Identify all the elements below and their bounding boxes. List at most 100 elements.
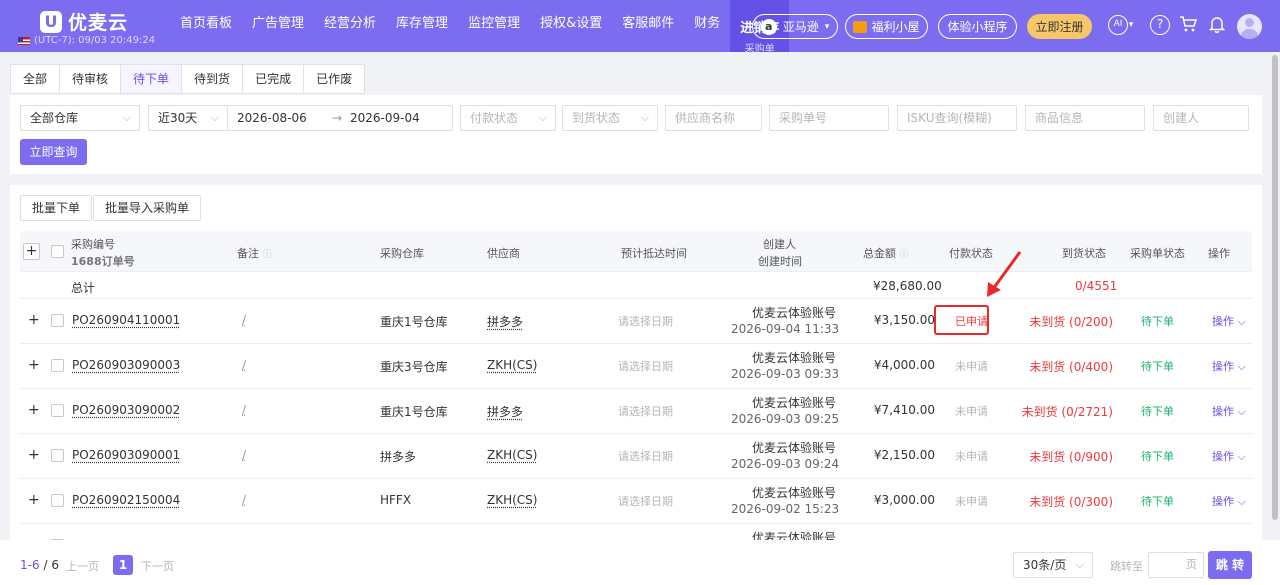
marketplace-selector[interactable]: a 亚马逊 ▾ — [752, 14, 838, 39]
row-checkbox[interactable] — [51, 449, 64, 462]
row-checkbox[interactable] — [51, 494, 64, 507]
tab-pending-review[interactable]: 待审核 — [59, 64, 122, 94]
page-size-select[interactable]: 30条/页 ⌵ — [1013, 552, 1093, 578]
col-1688-order: 1688订单号 — [71, 255, 135, 268]
po-number-link[interactable]: PO260902150004 — [72, 493, 180, 507]
edit-remark-icon[interactable]: / — [242, 358, 246, 372]
jump-to-label: 跳转至 — [1110, 560, 1143, 573]
nav-item-ads[interactable]: 广告管理 — [242, 0, 314, 52]
welfare-button[interactable]: 福利小屋 — [845, 14, 928, 39]
batch-import-button[interactable]: 批量导入采购单 — [93, 195, 202, 221]
eta-date-picker[interactable]: 请选择日期 — [618, 448, 673, 464]
edit-remark-icon[interactable]: / — [242, 493, 246, 507]
created-time-cell: 2026-09-03 09:24 — [731, 457, 840, 471]
batch-order-button[interactable]: 批量下单 — [20, 195, 93, 221]
operations-dropdown[interactable]: 操作 ⌵ — [1212, 493, 1246, 509]
eta-date-picker[interactable]: 请选择日期 — [618, 493, 673, 509]
expand-row-icon[interactable]: + — [28, 492, 40, 508]
po-number-link[interactable]: PO260903090001 — [72, 448, 180, 462]
supplier-link[interactable]: 拼多多 — [487, 403, 523, 420]
expand-row-icon[interactable]: + — [28, 312, 40, 328]
expand-row-icon[interactable]: + — [28, 447, 40, 463]
help-icon[interactable]: ? — [1150, 15, 1170, 35]
expand-all-icon[interactable]: + — [23, 243, 40, 260]
operations-dropdown[interactable]: 操作 ⌵ — [1212, 358, 1246, 374]
chevron-down-icon: ▾ — [1128, 20, 1134, 30]
po-number-input[interactable]: 采购单号 — [769, 105, 889, 131]
payment-status-cell: 未申请 — [955, 450, 988, 463]
nav-item-finance[interactable]: 财务 — [684, 0, 730, 52]
miniapp-button[interactable]: 体验小程序 — [938, 14, 1017, 39]
operations-dropdown[interactable]: 操作 ⌵ — [1212, 403, 1246, 419]
vertical-scrollbar[interactable] — [1272, 55, 1278, 520]
eta-date-picker[interactable]: 请选择日期 — [618, 313, 673, 329]
product-info-input[interactable]: 商品信息 — [1025, 105, 1145, 131]
payment-status-select[interactable]: 付款状态 ⌵ — [460, 105, 556, 131]
warehouse-cell: 重庆1号仓库 — [380, 315, 448, 329]
prev-page-button[interactable]: 上一页 — [66, 558, 99, 574]
arrival-status-select[interactable]: 到货状态 ⌵ — [562, 105, 658, 131]
operations-dropdown[interactable]: 操作 ⌵ — [1212, 313, 1246, 329]
nav-item-inventory[interactable]: 库存管理 — [386, 0, 458, 52]
po-number-link[interactable]: PO260904110001 — [72, 313, 180, 327]
row-checkbox[interactable] — [51, 314, 64, 327]
supplier-link[interactable]: ZKH(CS) — [487, 448, 537, 462]
edit-remark-icon[interactable]: / — [242, 313, 246, 327]
total-label: 总计 — [71, 281, 96, 295]
nav-item-monitor[interactable]: 监控管理 — [458, 0, 530, 52]
jump-button[interactable]: 跳 转 — [1208, 551, 1252, 579]
created-time-cell: 2026-09-03 09:33 — [731, 367, 840, 381]
col-amount-label: 总金额 — [863, 247, 896, 260]
next-page-button[interactable]: 下一页 — [141, 558, 174, 574]
col-order-status: 采购单状态 — [1130, 247, 1185, 260]
ai-icon[interactable]: AI — [1108, 15, 1128, 35]
row-checkbox[interactable] — [51, 404, 64, 417]
cart-icon[interactable] — [1178, 15, 1198, 35]
register-button[interactable]: 立即注册 — [1027, 14, 1092, 39]
eta-date-picker[interactable]: 请选择日期 — [618, 403, 673, 419]
date-range-picker[interactable]: 2026-08-06 → 2026-09-04 — [227, 105, 453, 131]
expand-row-icon[interactable]: + — [28, 402, 40, 418]
avatar[interactable] — [1237, 14, 1262, 39]
row-checkbox[interactable] — [51, 359, 64, 372]
table-row: + PO260903090003 / 重庆3号仓库 ZKH(CS) 请选择日期 优麦云体验账… — [20, 344, 1252, 389]
operations-label: 操作 — [1212, 360, 1234, 373]
nav-item-dashboard[interactable]: 首页看板 — [170, 0, 242, 52]
supplier-link[interactable]: ZKH(CS) — [487, 493, 537, 507]
operations-label: 操作 — [1212, 495, 1234, 508]
period-select[interactable]: 近30天 ⌵ — [148, 105, 228, 131]
operations-dropdown[interactable]: 操作 ⌵ — [1212, 448, 1246, 464]
nav-item-mail[interactable]: 客服邮件 — [612, 0, 684, 52]
expand-row-icon[interactable]: + — [28, 357, 40, 373]
created-time-cell: 2026-09-03 09:25 — [731, 412, 840, 426]
creator-input[interactable]: 创建人 — [1153, 105, 1249, 131]
jump-page-input[interactable]: 页 — [1148, 552, 1204, 578]
select-all-checkbox[interactable] — [51, 245, 64, 258]
po-number-link[interactable]: PO260903090003 — [72, 358, 180, 372]
tab-pending-order[interactable]: 待下单 — [120, 64, 183, 94]
payment-status-cell: 未申请 — [955, 495, 988, 508]
warehouse-select[interactable]: 全部仓库 ⌵ — [20, 105, 140, 131]
edit-remark-icon[interactable]: / — [242, 448, 246, 462]
search-button[interactable]: 立即查询 — [20, 139, 87, 165]
supplier-link[interactable]: 拼多多 — [487, 313, 523, 330]
tab-pending-arrival[interactable]: 待到货 — [181, 64, 244, 94]
nav-item-settings[interactable]: 授权&设置 — [530, 0, 612, 52]
tab-completed[interactable]: 已完成 — [242, 64, 305, 94]
tab-all[interactable]: 全部 — [10, 64, 61, 94]
col-arrival-status: 到货状态 — [1062, 247, 1106, 260]
page-1-button[interactable]: 1 — [113, 555, 133, 575]
bell-icon[interactable] — [1207, 15, 1227, 35]
chevron-down-icon: ⌵ — [640, 111, 649, 124]
po-number-link[interactable]: PO260903090002 — [72, 403, 180, 417]
tab-voided[interactable]: 已作废 — [303, 64, 366, 94]
eta-date-picker[interactable]: 请选择日期 — [618, 358, 673, 374]
info-icon: ⓘ — [899, 250, 909, 260]
supplier-name-input[interactable]: 供应商名称 — [665, 105, 762, 131]
supplier-link[interactable]: ZKH(CS) — [487, 358, 537, 372]
isku-search-input[interactable]: ISKU查询(模糊) — [897, 105, 1017, 131]
brand-logo[interactable]: U 优麦云 — [40, 8, 128, 35]
creator-cell: 优麦云体验账号 — [751, 441, 836, 455]
edit-remark-icon[interactable]: / — [242, 403, 246, 417]
nav-item-analysis[interactable]: 经营分析 — [314, 0, 386, 52]
